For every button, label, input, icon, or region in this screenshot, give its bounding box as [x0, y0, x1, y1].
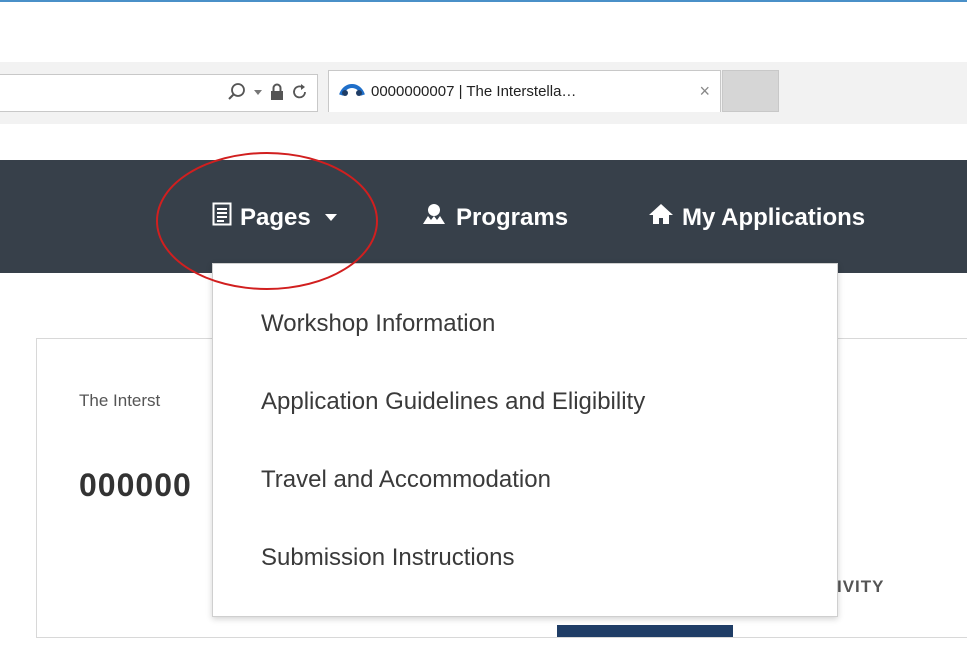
- nav-programs-link[interactable]: Programs: [420, 202, 568, 233]
- home-icon: [648, 202, 674, 233]
- menu-item-application-guidelines[interactable]: Application Guidelines and Eligibility: [261, 388, 645, 416]
- nav-my-applications-link[interactable]: My Applications: [648, 202, 865, 233]
- document-icon: [212, 202, 232, 233]
- lock-icon: [269, 82, 285, 106]
- menu-item-travel-accommodation[interactable]: Travel and Accommodation: [261, 466, 551, 494]
- nav-programs-label: Programs: [456, 203, 569, 231]
- site-navbar: Pages Programs My Applications: [0, 160, 967, 273]
- new-tab-button[interactable]: [722, 70, 779, 112]
- menu-item-submission-instructions[interactable]: Submission Instructions: [261, 544, 514, 572]
- pages-dropdown-menu: Workshop Information Application Guideli…: [212, 263, 838, 617]
- address-bar[interactable]: [0, 74, 318, 112]
- menu-item-workshop-information[interactable]: Workshop Information: [261, 310, 495, 338]
- tab-title: 0000000007 | The Interstella…: [371, 83, 577, 100]
- nav-pages-menu[interactable]: Pages: [212, 202, 337, 233]
- close-tab-icon[interactable]: ×: [699, 81, 710, 102]
- site-favicon-icon: [339, 81, 365, 102]
- card-subtitle: The Interst: [79, 391, 161, 410]
- chevron-down-icon: [324, 214, 337, 221]
- nav-pages-label: Pages: [240, 203, 311, 231]
- programs-icon: [420, 202, 448, 233]
- refresh-icon[interactable]: [291, 82, 309, 106]
- search-icon[interactable]: [227, 82, 247, 106]
- nav-my-applications-label: My Applications: [682, 203, 866, 231]
- address-bar-icons: [227, 82, 309, 106]
- active-tab-indicator: [557, 625, 733, 637]
- browser-tab[interactable]: 0000000007 | The Interstella… ×: [328, 70, 721, 112]
- tab-activity[interactable]: IVITY: [837, 577, 885, 597]
- card-record-id: 000000: [79, 467, 192, 503]
- dropdown-icon[interactable]: [253, 82, 263, 106]
- top-border-line: [0, 0, 967, 2]
